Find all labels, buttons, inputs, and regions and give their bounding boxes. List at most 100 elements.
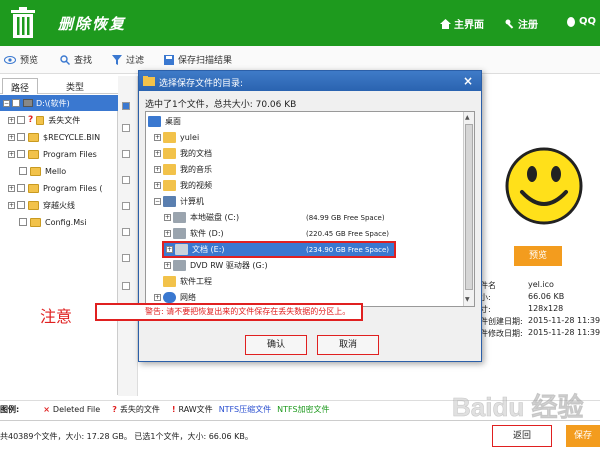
info-row: 寸: 128x128 <box>480 304 600 316</box>
expand-icon[interactable]: + <box>8 116 15 124</box>
checkbox[interactable] <box>17 133 25 141</box>
save-scan-button[interactable]: 保存扫描结果 <box>164 53 232 66</box>
legend-label: 图例: <box>0 405 20 414</box>
tree-item[interactable]: + 穿越火线 <box>0 197 118 213</box>
folder-icon <box>28 132 39 142</box>
checkbox[interactable] <box>122 228 130 236</box>
expand-icon[interactable]: + <box>164 230 171 237</box>
checkbox[interactable] <box>122 254 130 262</box>
checkbox[interactable] <box>19 218 27 226</box>
dir-item[interactable]: + 本地磁盘 (C:) (84.99 GB Free Space) <box>164 210 474 225</box>
dir-item-label: 桌面 <box>165 117 181 126</box>
dir-item[interactable]: + 我的音乐 <box>154 162 472 177</box>
directory-list[interactable]: 桌面 + yulei + 我的文档 + 我的音乐 + 我的视频 − 计算机 + <box>145 111 475 307</box>
smiley-face-icon <box>505 147 583 225</box>
checkbox[interactable] <box>122 176 130 184</box>
scrollbar[interactable]: ▲ ▼ <box>463 112 474 306</box>
dir-item-label: 软件工程 <box>180 277 212 286</box>
info-row: 件修改日期: 2015-11-28 11:39:5 <box>480 328 600 340</box>
dir-item[interactable]: − 计算机 <box>154 194 472 209</box>
folder-icon <box>28 183 39 193</box>
dir-item[interactable]: + 我的视频 <box>154 178 472 193</box>
info-row: 小: 66.06 KB <box>480 292 600 304</box>
tree-item[interactable]: + $RECYCLE.BIN <box>0 129 118 145</box>
checkbox[interactable] <box>17 201 25 209</box>
user-folder-icon <box>163 132 176 143</box>
search-button[interactable]: 查找 <box>60 53 92 66</box>
preview-button-orange[interactable]: 预览 <box>514 246 562 266</box>
dir-item[interactable]: + 软件 (D:) (220.45 GB Free Space) <box>164 226 474 241</box>
dir-item[interactable]: + 我的文档 <box>154 146 472 161</box>
folder-icon <box>163 276 176 287</box>
expand-icon[interactable]: + <box>8 184 15 192</box>
expand-icon[interactable]: + <box>154 182 161 189</box>
collapse-icon[interactable]: − <box>154 198 161 205</box>
scrollbar-thumb[interactable] <box>465 124 473 290</box>
expand-icon[interactable]: + <box>154 166 161 173</box>
filter-label: 过滤 <box>126 56 145 66</box>
free-space: (84.99 GB Free Space) <box>306 213 385 222</box>
close-icon[interactable]: × <box>463 74 473 88</box>
dir-item-label: yulei <box>180 133 200 142</box>
checkbox[interactable] <box>122 124 130 132</box>
scroll-up-icon[interactable]: ▲ <box>465 114 470 121</box>
checkbox[interactable] <box>17 184 25 192</box>
dir-item-label: DVD RW 驱动器 (G:) <box>190 261 268 270</box>
checkbox[interactable] <box>122 102 130 110</box>
dir-item-label: 计算机 <box>180 197 204 206</box>
cancel-button[interactable]: 取消 <box>317 335 379 355</box>
checkbox[interactable] <box>122 202 130 210</box>
tree-item[interactable]: − D:\(软件) <box>0 95 118 111</box>
filter-button[interactable]: 过滤 <box>112 53 144 66</box>
dir-item[interactable]: 软件工程 <box>154 274 472 289</box>
file-list <box>118 76 138 396</box>
tab-path[interactable]: 路径 <box>2 78 39 94</box>
expand-icon[interactable]: + <box>164 262 171 269</box>
checkbox[interactable] <box>122 282 130 290</box>
expand-icon[interactable]: + <box>8 150 15 158</box>
dir-item-label: 本地磁盘 (C:) <box>190 213 240 222</box>
checkbox[interactable] <box>19 167 27 175</box>
expand-icon[interactable]: + <box>8 133 15 141</box>
expand-icon[interactable]: + <box>154 294 161 301</box>
preview-button[interactable]: 预览 <box>4 53 38 66</box>
documents-folder-icon <box>163 148 176 159</box>
collapse-icon[interactable]: − <box>3 99 10 107</box>
checkbox[interactable] <box>17 150 25 158</box>
checkbox[interactable] <box>17 116 25 124</box>
app-header: 删除恢复 主界面 注册 QQ <box>0 0 600 46</box>
expand-icon[interactable]: + <box>8 201 15 209</box>
dir-item[interactable]: + DVD RW 驱动器 (G:) <box>164 258 474 273</box>
music-folder-icon <box>163 164 176 175</box>
tree-item[interactable]: Config.Msi <box>0 214 118 230</box>
hard-drive-icon <box>173 212 186 223</box>
nav-home[interactable]: 主界面 <box>440 16 484 31</box>
expand-icon[interactable]: + <box>164 214 171 221</box>
nav-qq[interactable]: QQ <box>566 16 596 27</box>
tree-item[interactable]: + Program Files <box>0 146 118 162</box>
dir-item[interactable]: + yulei <box>154 130 472 145</box>
folder-save-icon <box>143 76 155 86</box>
expand-icon[interactable]: + <box>166 246 173 253</box>
tree-item[interactable]: + Program Files ( <box>0 180 118 196</box>
tree-item-label: Mello <box>45 166 67 176</box>
expand-icon[interactable]: + <box>154 150 161 157</box>
dir-item-label: 我的视频 <box>180 181 212 190</box>
expand-icon[interactable]: + <box>154 134 161 141</box>
tree-item[interactable]: Mello <box>0 163 118 179</box>
tree-item[interactable]: + ? 丢失文件 <box>0 112 118 128</box>
checkbox[interactable] <box>12 99 20 107</box>
legend-lost: 丢失的文件 <box>119 405 160 414</box>
checkbox[interactable] <box>122 150 130 158</box>
scroll-down-icon[interactable]: ▼ <box>465 296 470 303</box>
tab-type[interactable]: 类型 <box>58 78 92 94</box>
question-mark-icon: ? <box>112 405 117 414</box>
save-button[interactable]: 保存 <box>566 425 600 447</box>
desktop-icon <box>148 116 161 127</box>
nav-register[interactable]: 注册 <box>505 16 538 31</box>
confirm-button[interactable]: 确认 <box>245 335 307 355</box>
back-button[interactable]: 返回 <box>492 425 552 447</box>
dir-item[interactable]: 桌面 <box>148 114 466 129</box>
dir-item-selected[interactable]: + 文档 (E:) (234.90 GB Free Space) <box>162 241 396 258</box>
legend-raw: RAW文件 <box>178 405 213 414</box>
